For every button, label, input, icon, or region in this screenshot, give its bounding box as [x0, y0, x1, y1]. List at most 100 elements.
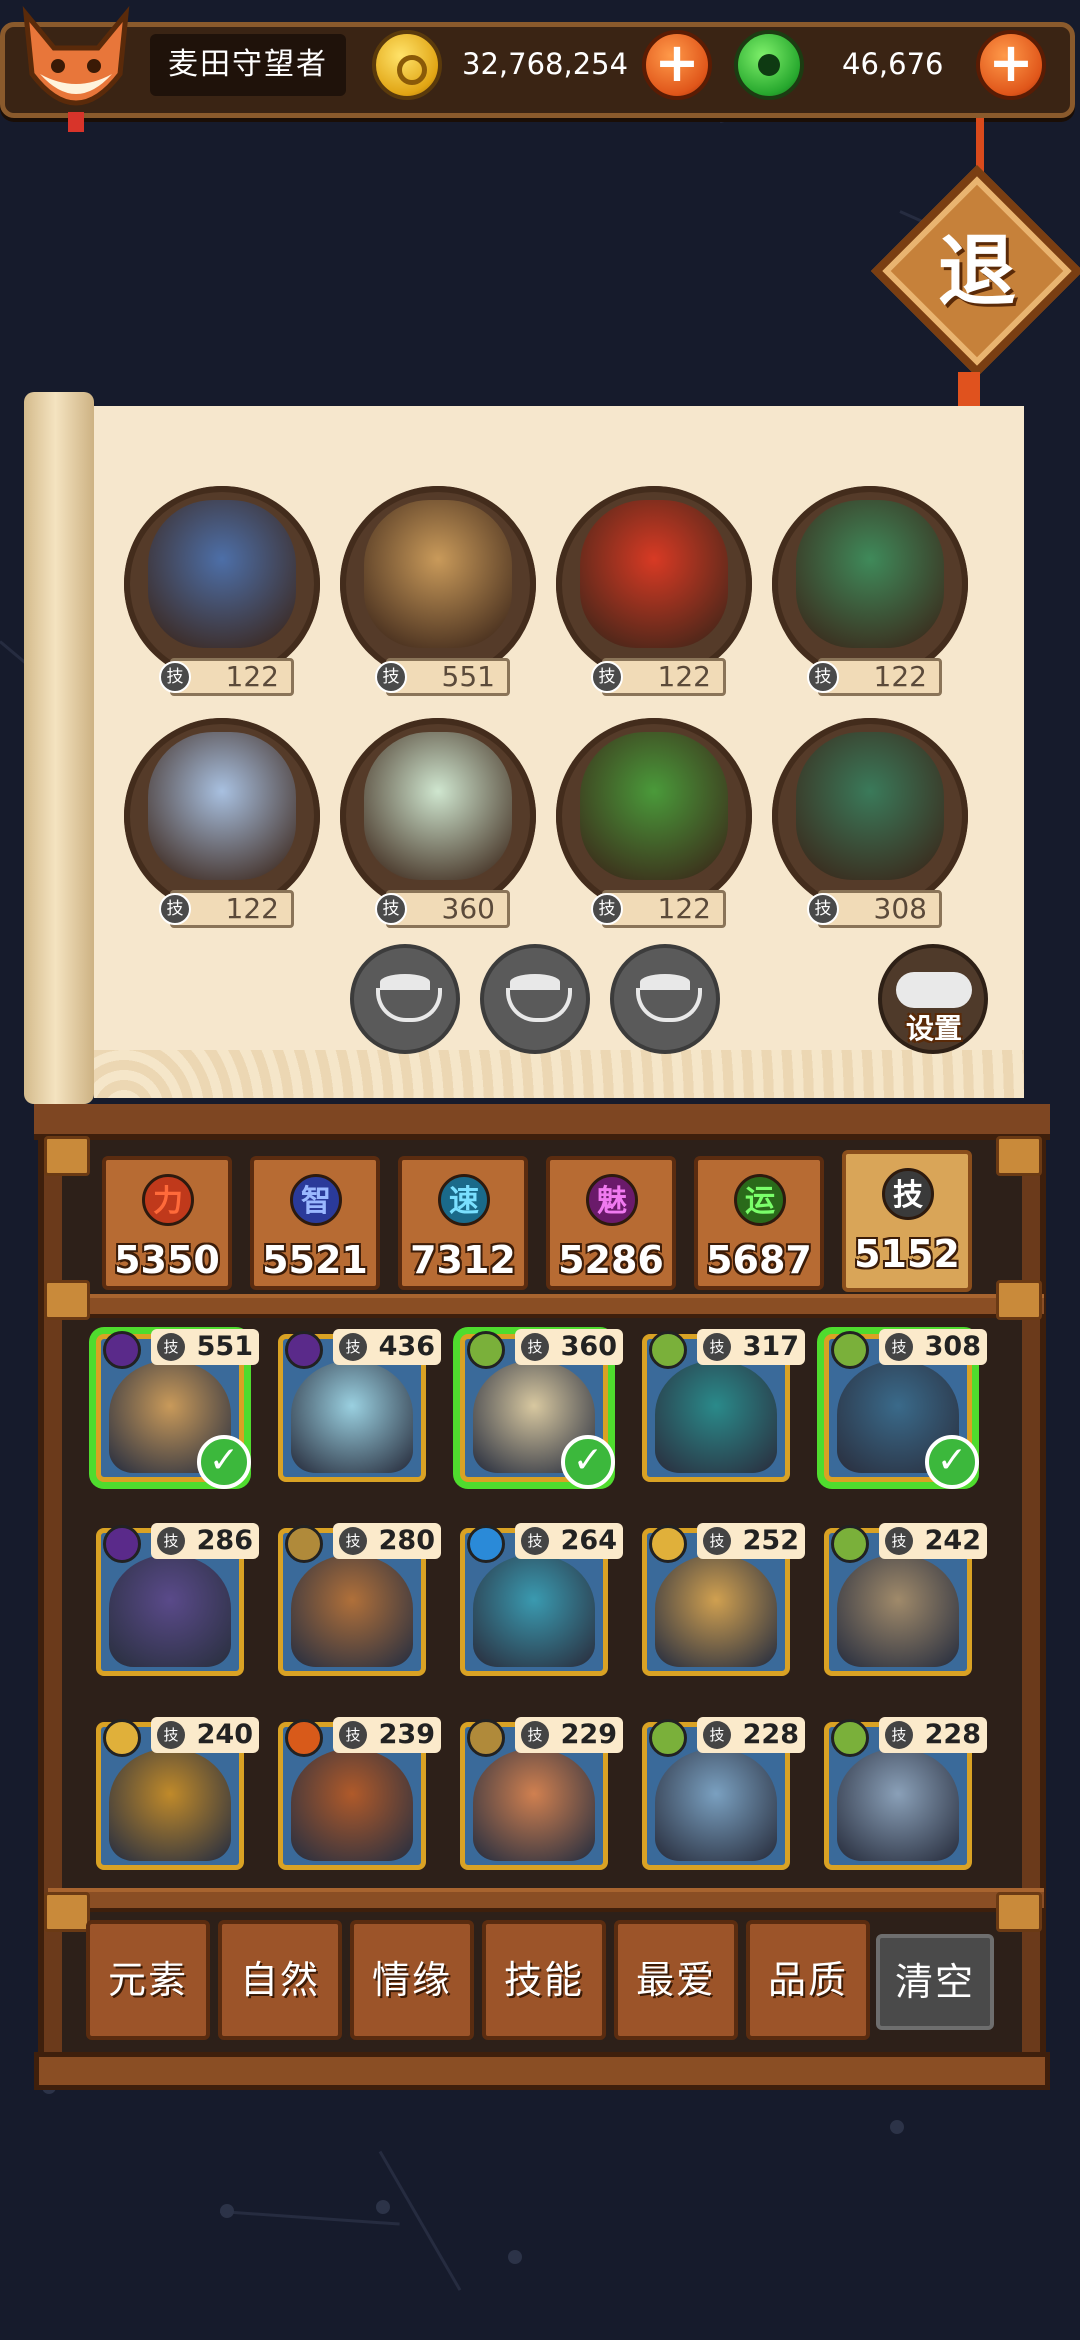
filter-button[interactable]: 品质 [746, 1920, 870, 2040]
lineup-slot[interactable] [556, 718, 752, 914]
stat-value: 5286 [558, 1238, 664, 1282]
skill-badge-icon: 技 [807, 661, 839, 693]
skill-badge-icon: 技 [157, 1333, 185, 1361]
hero-card-art [291, 1749, 413, 1861]
hero-level-badge: 技 264 [515, 1523, 623, 1559]
add-jade-button[interactable]: + [976, 30, 1046, 100]
hero-portrait [580, 500, 728, 648]
element-icon [467, 1719, 505, 1757]
empty-slot-bowl-icon[interactable] [610, 944, 720, 1054]
hero-card[interactable]: 技 551 ✓ [96, 1329, 259, 1489]
lineup-level-tag: 技 551 [375, 658, 510, 696]
filter-button[interactable]: 自然 [218, 1920, 342, 2040]
skill-badge-icon: 技 [157, 1721, 185, 1749]
hero-level-badge: 技 242 [879, 1523, 987, 1559]
add-gold-button[interactable]: + [642, 30, 712, 100]
filter-button[interactable]: 情缘 [350, 1920, 474, 2040]
cabinet-bolt [996, 1136, 1042, 1176]
hero-card[interactable]: 技 317 [642, 1329, 805, 1482]
element-icon [285, 1719, 323, 1757]
stat-tab[interactable]: 速 7312 [398, 1156, 528, 1290]
skill-badge-icon: 技 [885, 1721, 913, 1749]
empty-slot-bowl-icon[interactable] [480, 944, 590, 1054]
hero-level-badge: 技 280 [333, 1523, 441, 1559]
hero-level: 242 [924, 1525, 981, 1556]
hero-card[interactable]: 技 239 [278, 1717, 441, 1870]
element-icon [831, 1331, 869, 1369]
hero-card[interactable]: 技 264 [460, 1523, 623, 1676]
element-icon [285, 1331, 323, 1369]
hero-card-art [655, 1749, 777, 1861]
hero-level-badge: 技 239 [333, 1717, 441, 1753]
hero-level-badge: 技 308 [879, 1329, 987, 1365]
hero-portrait [364, 500, 512, 648]
lineup-slot[interactable] [772, 718, 968, 914]
lineup-slot[interactable] [340, 486, 536, 682]
hero-level: 252 [742, 1525, 799, 1556]
stat-tab[interactable]: 力 5350 [102, 1156, 232, 1290]
hero-portrait [364, 732, 512, 880]
hero-level: 360 [560, 1331, 617, 1362]
skill-badge-icon: 技 [703, 1721, 731, 1749]
skill-badge-icon: 技 [159, 661, 191, 693]
stat-seal-icon: 智 [290, 1174, 342, 1226]
hero-level: 317 [742, 1331, 799, 1362]
hero-level: 239 [378, 1719, 435, 1750]
hero-card[interactable]: 技 286 [96, 1523, 259, 1676]
cabinet-bolt [44, 1280, 90, 1320]
player-avatar[interactable] [6, 4, 146, 134]
skill-badge-icon: 技 [591, 661, 623, 693]
hero-card-art [655, 1555, 777, 1667]
hero-card[interactable]: 技 360 ✓ [460, 1329, 623, 1489]
hero-card[interactable]: 技 436 [278, 1329, 441, 1482]
hero-level-badge: 技 229 [515, 1717, 623, 1753]
hero-level-badge: 技 360 [515, 1329, 623, 1365]
hero-level: 240 [196, 1719, 253, 1750]
cabinet-bottom [34, 2052, 1050, 2090]
hero-card-art [837, 1555, 959, 1667]
hero-card[interactable]: 技 252 [642, 1523, 805, 1676]
stat-seal-icon: 力 [142, 1174, 194, 1226]
lineup-slot[interactable] [340, 718, 536, 914]
skill-badge-icon: 技 [375, 661, 407, 693]
lineup-level: 360 [441, 892, 495, 925]
hero-card[interactable]: 技 242 [824, 1523, 987, 1676]
lineup-slot[interactable] [124, 486, 320, 682]
element-icon [103, 1525, 141, 1563]
clear-button[interactable]: 清空 [876, 1934, 994, 2030]
hero-card[interactable]: 技 228 [824, 1717, 987, 1870]
hero-card[interactable]: 技 240 [96, 1717, 259, 1870]
stat-seal-icon: 运 [734, 1174, 786, 1226]
exit-label[interactable]: 退 [902, 212, 1052, 332]
hero-level: 228 [742, 1719, 799, 1750]
hero-card-art [655, 1361, 777, 1473]
hero-portrait [796, 732, 944, 880]
hero-card[interactable]: 技 280 [278, 1523, 441, 1676]
filter-button[interactable]: 技能 [482, 1920, 606, 2040]
stat-value: 5687 [706, 1238, 812, 1282]
hero-card[interactable]: 技 308 ✓ [824, 1329, 987, 1489]
hero-portrait [580, 732, 728, 880]
lineup-slot[interactable] [124, 718, 320, 914]
skill-badge-icon: 技 [521, 1333, 549, 1361]
stat-tab[interactable]: 运 5687 [694, 1156, 824, 1290]
hero-card[interactable]: 技 229 [460, 1717, 623, 1870]
stat-tab[interactable]: 智 5521 [250, 1156, 380, 1290]
selected-check-icon: ✓ [561, 1435, 615, 1489]
stat-tab[interactable]: 魅 5286 [546, 1156, 676, 1290]
gold-coin-icon [372, 30, 442, 100]
hero-level-badge: 技 228 [697, 1717, 805, 1753]
filter-button[interactable]: 最爱 [614, 1920, 738, 2040]
lineup-slot[interactable] [556, 486, 752, 682]
lineup-level-tag: 技 360 [375, 890, 510, 928]
settings-label[interactable]: 设置 [882, 1012, 986, 1046]
hero-card[interactable]: 技 228 [642, 1717, 805, 1870]
skill-badge-icon: 技 [159, 893, 191, 925]
filter-button[interactable]: 元素 [86, 1920, 210, 2040]
hero-card-art [109, 1555, 231, 1667]
scroll-wave-pattern [94, 1050, 1024, 1098]
empty-slot-bowl-icon[interactable] [350, 944, 460, 1054]
stat-value: 5350 [114, 1238, 220, 1282]
lineup-slot[interactable] [772, 486, 968, 682]
stat-tab[interactable]: 技 5152 [842, 1150, 972, 1292]
